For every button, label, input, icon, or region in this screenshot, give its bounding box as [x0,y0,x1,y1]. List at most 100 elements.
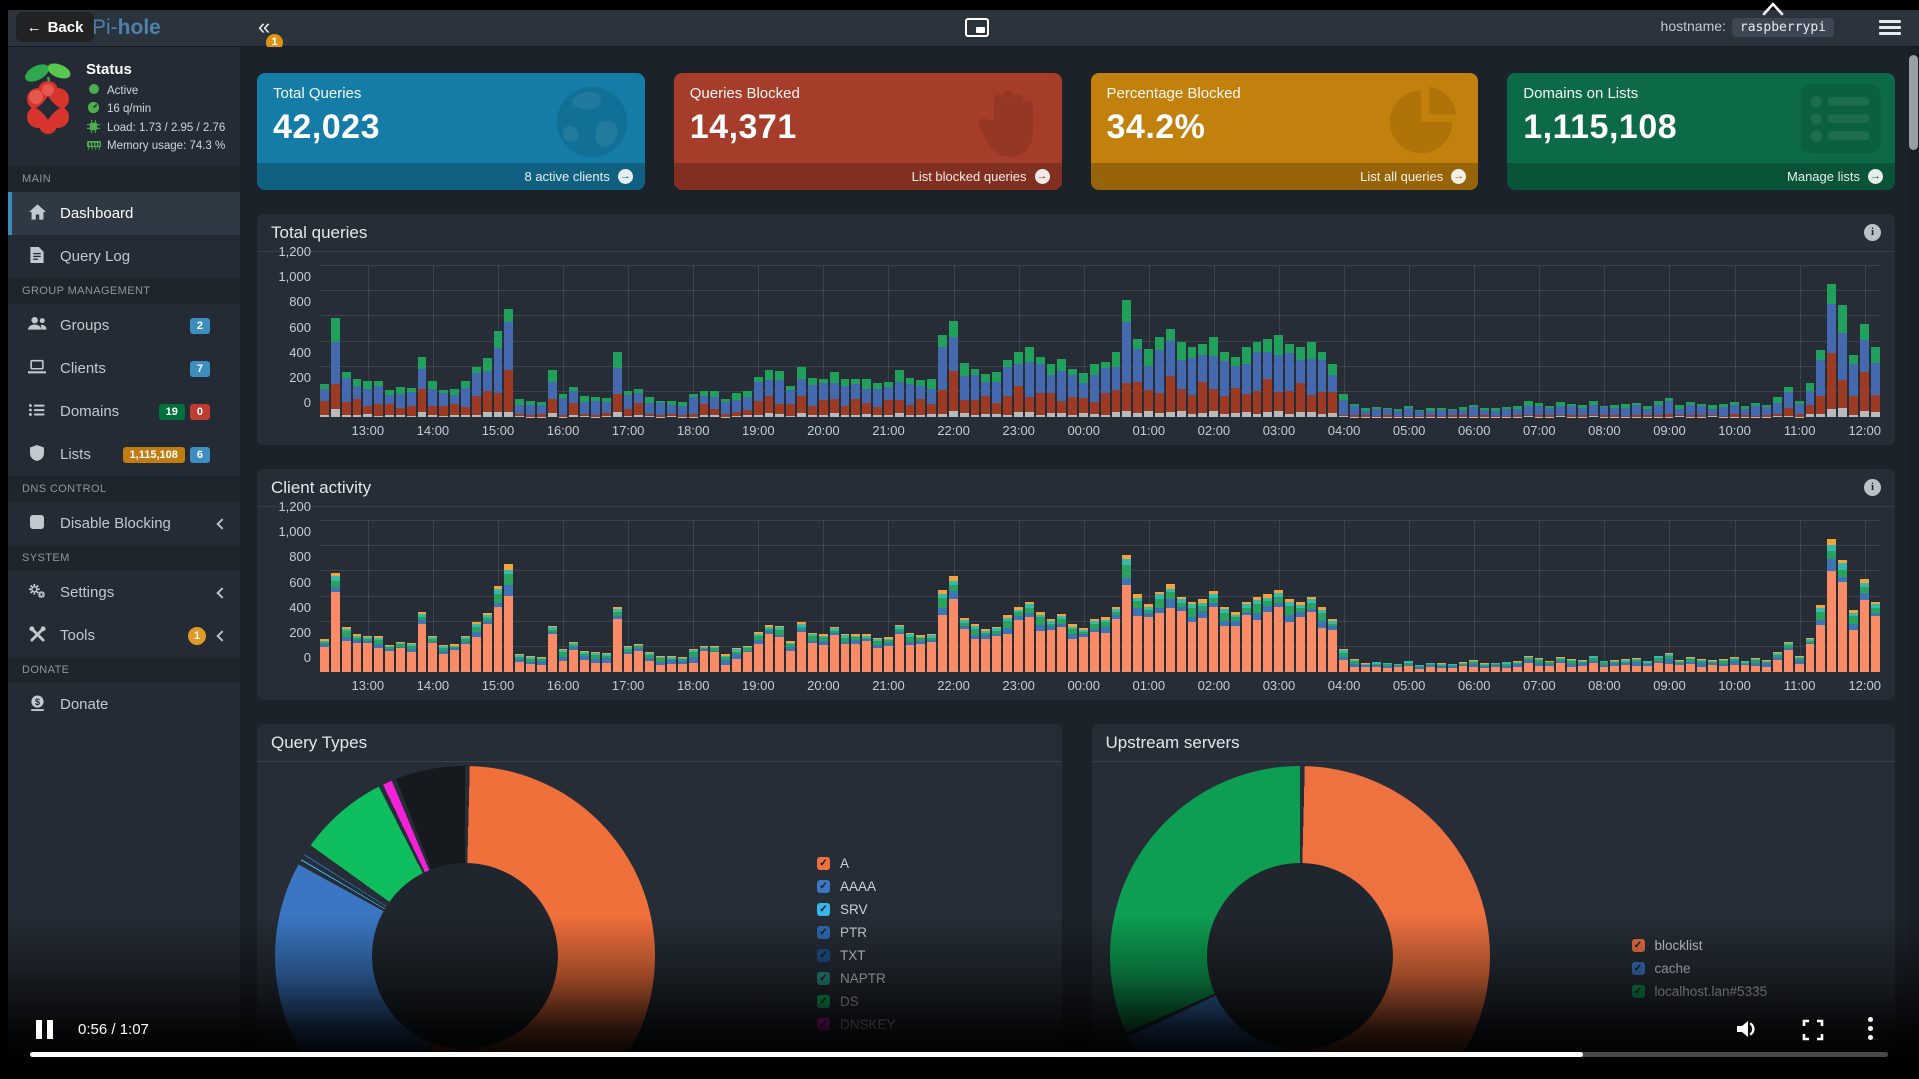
bar[interactable] [1327,521,1338,672]
bar[interactable] [1056,266,1067,417]
sidebar-item-domains[interactable]: Domains190 [8,390,240,433]
bar[interactable] [915,521,926,672]
bar[interactable] [1067,521,1078,672]
bar[interactable] [1295,521,1306,672]
bar[interactable] [948,266,959,417]
bar[interactable] [1696,521,1707,672]
bar[interactable] [1772,521,1783,672]
card-footer-link[interactable]: Manage lists→ [1507,163,1895,190]
bar[interactable] [980,266,991,417]
bar[interactable] [883,266,894,417]
sidebar-item-dashboard[interactable]: Dashboard [8,192,240,235]
bar[interactable] [1393,266,1404,417]
bar[interactable] [1100,521,1111,672]
bar[interactable] [1002,266,1013,417]
bar[interactable] [1566,521,1577,672]
bar[interactable] [1306,266,1317,417]
bar[interactable] [1642,266,1653,417]
bar[interactable] [677,266,688,417]
bar[interactable] [915,266,926,417]
bar[interactable] [1674,521,1685,672]
bar[interactable] [1111,266,1122,417]
bar[interactable] [579,266,590,417]
bar[interactable] [872,266,883,417]
bar[interactable] [1338,266,1349,417]
bar[interactable] [449,521,460,672]
bar[interactable] [558,266,569,417]
bar[interactable] [731,521,742,672]
legend-checkbox[interactable]: ✓ [817,857,830,870]
bar[interactable] [1035,521,1046,672]
bar[interactable] [1555,521,1566,672]
bar[interactable] [373,266,384,417]
bar[interactable] [720,521,731,672]
bar[interactable] [1436,266,1447,417]
bar[interactable] [655,266,666,417]
bar[interactable] [829,266,840,417]
bar[interactable] [1295,266,1306,417]
bar[interactable] [1631,266,1642,417]
bar[interactable] [1458,521,1469,672]
bar[interactable] [536,521,547,672]
bar[interactable] [1132,521,1143,672]
bar[interactable] [1089,521,1100,672]
page-scrollbar[interactable] [1908,47,1919,1062]
bar[interactable] [1143,521,1154,672]
card-footer-link[interactable]: List blocked queries→ [674,163,1062,190]
bar[interactable] [785,266,796,417]
bar[interactable] [1013,266,1024,417]
bar[interactable] [1403,521,1414,672]
bar[interactable] [1523,521,1534,672]
bar[interactable] [991,521,1002,672]
bar[interactable] [905,266,916,417]
bar[interactable] [1425,266,1436,417]
bar[interactable] [362,521,373,672]
bar[interactable] [677,521,688,672]
bar[interactable] [1609,521,1620,672]
bar[interactable] [1056,521,1067,672]
bar[interactable] [1512,266,1523,417]
bar[interactable] [1100,266,1111,417]
bar[interactable] [395,266,406,417]
bar[interactable] [1729,266,1740,417]
bar[interactable] [1837,266,1848,417]
bar[interactable] [937,266,948,417]
bar[interactable] [633,521,644,672]
bar[interactable] [1252,521,1263,672]
bar[interactable] [417,521,428,672]
bar[interactable] [558,521,569,672]
bar[interactable] [959,521,970,672]
sidebar-item-settings[interactable]: Settings [8,571,240,614]
bar[interactable] [894,521,905,672]
bar[interactable] [568,521,579,672]
bar[interactable] [764,266,775,417]
bar[interactable] [796,521,807,672]
bar[interactable] [384,521,395,672]
bar[interactable] [840,521,851,672]
bar[interactable] [699,521,710,672]
bar[interactable] [1176,266,1187,417]
bar[interactable] [1317,521,1328,672]
bar[interactable] [1154,521,1165,672]
bar[interactable] [1512,521,1523,672]
bar[interactable] [1197,266,1208,417]
picture-in-picture-icon[interactable] [965,18,989,37]
bar[interactable] [1805,521,1816,672]
bar[interactable] [1252,266,1263,417]
sidebar-item-query-log[interactable]: Query Log [8,235,240,278]
more-options-icon[interactable] [1868,1017,1874,1044]
bar[interactable] [926,266,937,417]
bar[interactable] [1620,521,1631,672]
bar[interactable] [644,521,655,672]
bar[interactable] [1273,266,1284,417]
bar[interactable] [536,266,547,417]
bar[interactable] [1718,521,1729,672]
bar[interactable] [1458,266,1469,417]
bar[interactable] [319,266,330,417]
bar[interactable] [1187,266,1198,417]
bar[interactable] [1599,266,1610,417]
bar[interactable] [720,266,731,417]
bar[interactable] [427,266,438,417]
bar[interactable] [449,266,460,417]
bar[interactable] [525,521,536,672]
